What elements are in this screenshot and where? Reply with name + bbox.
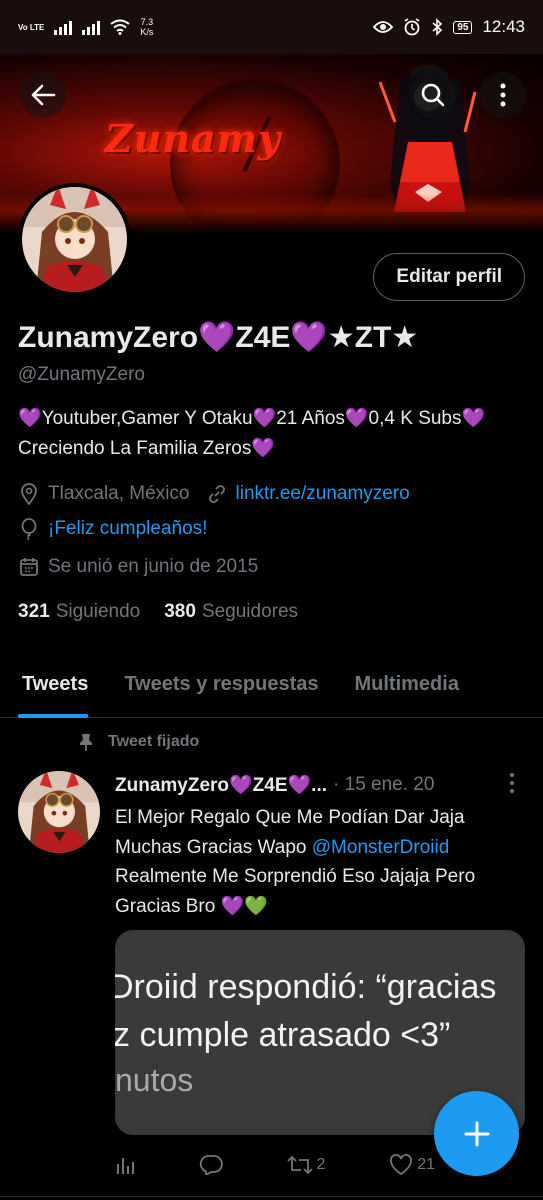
- reply-button[interactable]: [199, 1155, 223, 1175]
- link-icon: [206, 483, 228, 505]
- profile-display-name: ZunamyZero💜Z4E💜★ZT★: [18, 321, 419, 354]
- tweet-date[interactable]: · 15 ene. 20: [333, 774, 434, 796]
- tweet-author-name[interactable]: ZunamyZero💜Z4E💜...: [115, 773, 327, 797]
- tweet-more-icon[interactable]: [507, 772, 517, 794]
- like-button[interactable]: 21: [389, 1154, 435, 1176]
- calendar-icon: [18, 556, 40, 578]
- retweet-icon: [286, 1155, 313, 1175]
- alarm-icon: [404, 18, 420, 36]
- analytics-icon: [117, 1158, 134, 1174]
- tab-media[interactable]: Multimedia: [337, 650, 477, 718]
- profile-meta-row: Tlaxcala, México linktr.ee/zunamyzero: [18, 483, 410, 505]
- media-text-line-1: Droiid respondió: “gracias: [115, 968, 497, 1006]
- balloon-icon: [18, 518, 40, 540]
- profile-joined-date: Se unió en junio de 2015: [48, 556, 259, 577]
- media-text-line-3: nutos: [115, 1062, 194, 1098]
- following-link[interactable]: 321 Siguiendo: [18, 601, 140, 623]
- battery-icon: 95: [453, 20, 473, 34]
- followers-link[interactable]: 380 Seguidores: [164, 601, 298, 623]
- retweet-count: 2: [316, 1156, 326, 1173]
- pinned-label-text: Tweet fijado: [108, 733, 200, 750]
- profile-avatar[interactable]: [18, 183, 131, 296]
- pin-icon: [80, 734, 92, 751]
- analytics-button[interactable]: [115, 1155, 135, 1175]
- eye-icon: [373, 21, 394, 33]
- following-count: 321: [18, 601, 50, 622]
- following-label: Siguiendo: [55, 601, 141, 622]
- reply-icon: [199, 1155, 223, 1175]
- divider: [0, 1196, 543, 1197]
- location-icon: [18, 483, 40, 505]
- profile-website-link[interactable]: linktr.ee/zunamyzero: [236, 483, 410, 505]
- avatar-image: [18, 771, 100, 853]
- birthday-row: ¡Feliz cumpleaños!: [18, 518, 207, 540]
- more-options-button[interactable]: [480, 72, 526, 118]
- media-text-line-2: z cumple atrasado <3”: [115, 1016, 451, 1054]
- profile-birthday[interactable]: ¡Feliz cumpleaños!: [48, 518, 207, 540]
- bluetooth-icon: [432, 18, 443, 36]
- edit-profile-button[interactable]: Editar perfil: [373, 253, 525, 301]
- profile-tabs: Tweets Tweets y respuestas Multimedia: [0, 650, 543, 718]
- tab-tweets[interactable]: Tweets: [0, 650, 106, 718]
- tweet-author-avatar[interactable]: [18, 771, 100, 853]
- volte-indicator: Vo LTE: [18, 22, 45, 32]
- profile-bio: 💜Youtuber,Gamer Y Otaku💜21 Años💜0,4 K Su…: [18, 408, 486, 459]
- status-bar: Vo LTE 7.3 K/s 95 12:43: [0, 0, 543, 54]
- heart-icon: [390, 1154, 413, 1176]
- network-speed: 7.3 K/s: [140, 17, 154, 37]
- tab-tweets-and-replies[interactable]: Tweets y respuestas: [106, 650, 336, 718]
- signal-icon: [54, 19, 73, 35]
- follow-stats: 321 Siguiendo 380 Seguidores: [18, 601, 298, 623]
- tweet-text: El Mejor Regalo Que Me Podían Dar Jaja M…: [115, 803, 525, 921]
- followers-count: 380: [164, 601, 196, 622]
- tweet-actions: 2 21: [115, 1150, 435, 1180]
- more-vertical-icon: [500, 83, 506, 107]
- search-icon: [421, 83, 445, 107]
- wifi-icon: [110, 19, 130, 35]
- plus-icon: [464, 1121, 489, 1146]
- profile-handle: @ZunamyZero: [18, 364, 145, 385]
- pinned-tweet-label: Tweet fijado: [78, 733, 199, 751]
- retweet-button[interactable]: 2: [286, 1155, 326, 1175]
- tweet-text-part2: Realmente Me Sorprendió Eso Jajaja Pero …: [115, 866, 476, 917]
- compose-tweet-button[interactable]: [434, 1091, 519, 1176]
- avatar-image: [22, 187, 127, 292]
- search-button[interactable]: [410, 72, 456, 118]
- banner-title: Zunamy: [105, 116, 281, 161]
- tweet-header: ZunamyZero💜Z4E💜... · 15 ene. 20: [115, 773, 434, 797]
- back-button[interactable]: [20, 72, 66, 118]
- status-time: 12:43: [482, 17, 525, 36]
- like-count: 21: [417, 1156, 435, 1173]
- profile-location: Tlaxcala, México: [48, 483, 190, 504]
- followers-label: Seguidores: [201, 601, 299, 622]
- arrow-left-icon: [31, 84, 56, 106]
- signal-icon-2: [82, 19, 101, 35]
- tweet-mention-link[interactable]: @MonsterDroiid: [312, 837, 450, 858]
- joined-row: Se unió en junio de 2015: [18, 556, 258, 578]
